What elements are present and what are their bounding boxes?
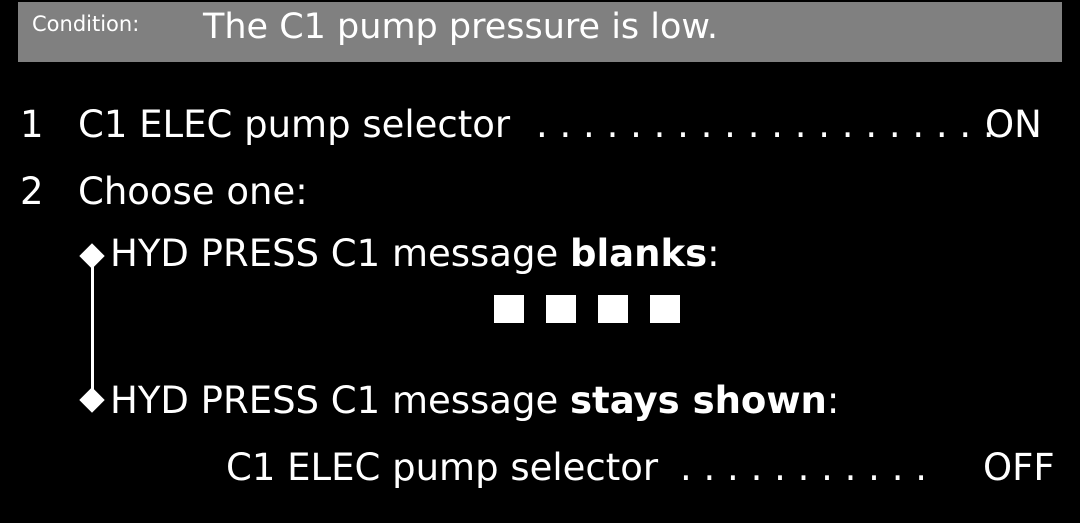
choice-connector-line [91, 256, 94, 398]
option-emphasis: stays shown [570, 379, 827, 422]
substep-text: C1 ELEC pump selector [226, 446, 659, 489]
step-number: 2 [20, 170, 44, 213]
step-text: C1 ELEC pump selector [78, 103, 511, 146]
step-action: ON [985, 103, 1042, 146]
stop-square-icon [546, 295, 576, 323]
stop-square-icon [494, 295, 524, 323]
option-text: HYD PRESS C1 message stays shown: [110, 382, 839, 419]
option-text: HYD PRESS C1 message blanks: [110, 235, 720, 272]
substep-action: OFF [983, 446, 1055, 489]
substep-dots: . . . . . . . . . . . [680, 446, 927, 489]
diamond-bullet-icon [79, 387, 105, 413]
option-emphasis: blanks [570, 232, 708, 275]
step-number: 1 [20, 103, 44, 146]
option-suffix: : [826, 379, 840, 422]
step-text: Choose one: [78, 170, 308, 213]
option-prefix: HYD PRESS C1 message [110, 232, 570, 275]
option-prefix: HYD PRESS C1 message [110, 379, 570, 422]
end-of-procedure-squares [494, 295, 680, 323]
step-dots: . . . . . . . . . . . . . . . . . . . . [536, 103, 995, 146]
condition-label: Condition: [32, 12, 140, 36]
condition-text: The C1 pump pressure is low. [203, 7, 718, 47]
condition-bar: Condition: The C1 pump pressure is low. [18, 2, 1062, 62]
option-suffix: : [707, 232, 720, 275]
stop-square-icon [650, 295, 680, 323]
stop-square-icon [598, 295, 628, 323]
diamond-bullet-icon [79, 243, 105, 269]
